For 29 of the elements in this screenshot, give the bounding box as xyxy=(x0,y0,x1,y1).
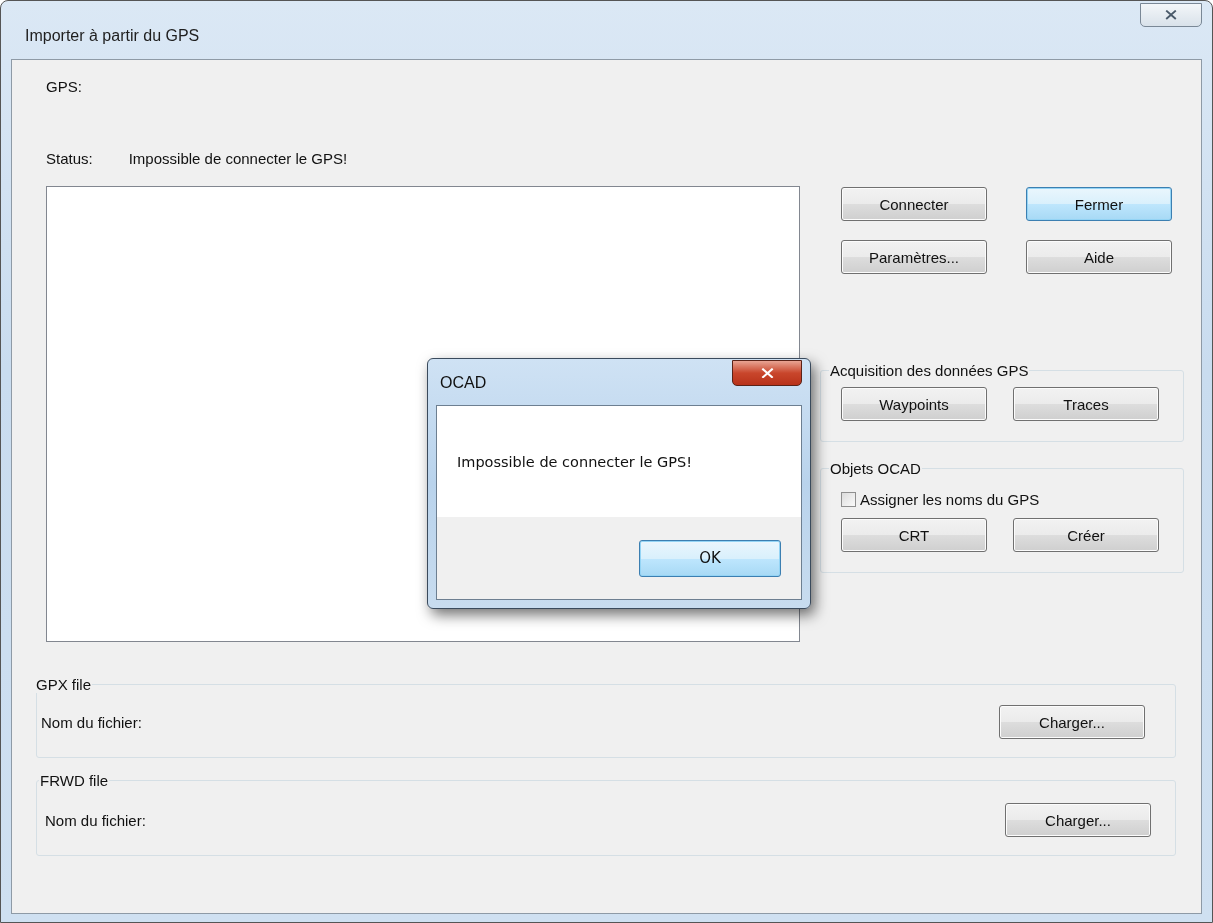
close-icon xyxy=(760,367,774,379)
checkbox[interactable] xyxy=(841,492,856,507)
checkbox-label: Assigner les noms du GPS xyxy=(860,491,1040,508)
dialog-button[interactable]: Paramètres... xyxy=(841,240,987,274)
dialog-button[interactable]: Connecter xyxy=(841,187,987,221)
acquisition-button[interactable]: Waypoints xyxy=(841,387,987,421)
window-title: Importer à partir du GPS xyxy=(25,27,200,45)
close-icon xyxy=(1165,10,1177,20)
group-title: GPX file xyxy=(35,676,93,693)
gps-label: GPS: xyxy=(46,78,83,95)
file-name-label: Nom du fichier: xyxy=(41,713,142,731)
dialog-title: OCAD xyxy=(440,374,487,392)
close-button[interactable] xyxy=(1140,3,1202,27)
ok-button[interactable]: OK xyxy=(639,539,781,577)
group-title: Objets OCAD xyxy=(829,460,922,477)
acquisition-button[interactable]: Traces xyxy=(1013,387,1159,421)
object-button[interactable]: Créer xyxy=(1013,518,1159,552)
group-title: FRWD file xyxy=(39,772,110,789)
dialog-button[interactable]: Aide xyxy=(1026,240,1172,274)
group-title: Acquisition des données GPS xyxy=(829,362,1030,379)
close-button[interactable] xyxy=(732,360,802,386)
message-text: Impossible de connecter le GPS! xyxy=(457,453,692,470)
status-text: Impossible de connecter le GPS! xyxy=(128,150,348,167)
status-label: Status: xyxy=(46,150,93,167)
load-button[interactable]: Charger... xyxy=(999,705,1145,739)
dialog-button[interactable]: Fermer xyxy=(1026,187,1172,221)
object-button[interactable]: CRT xyxy=(841,518,987,552)
file-name-label: Nom du fichier: xyxy=(45,811,146,829)
load-button[interactable]: Charger... xyxy=(1005,803,1151,837)
